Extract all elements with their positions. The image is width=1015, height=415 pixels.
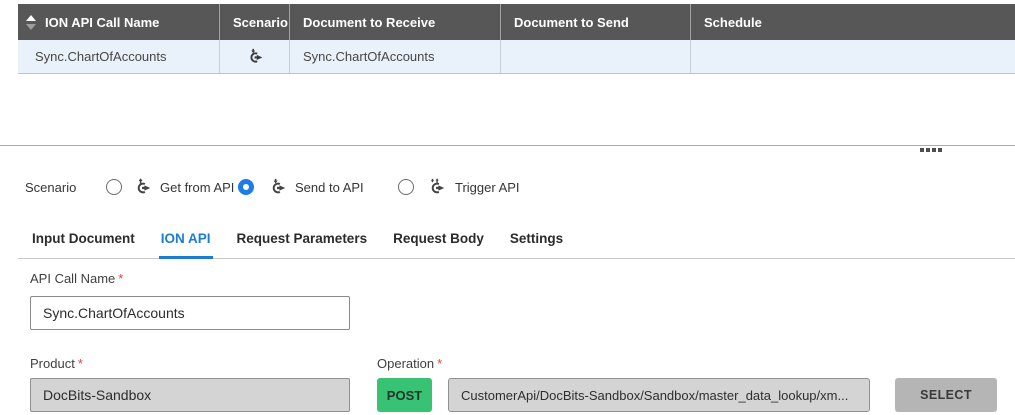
operation-label: Operation* xyxy=(377,356,442,371)
tab-settings[interactable]: Settings xyxy=(508,227,565,259)
section-divider xyxy=(0,145,1015,146)
tab-ion-api[interactable]: ION API xyxy=(159,227,213,259)
send-to-api-icon xyxy=(268,178,287,197)
detail-tabs: Input Document ION API Request Parameter… xyxy=(18,227,1015,259)
ion-api-mapping-panel: ION API Call Name Scenario Document to R… xyxy=(0,0,1015,415)
product-label: Product* xyxy=(30,356,83,371)
column-header-schedule[interactable]: Schedule xyxy=(690,4,1015,40)
radio-send-to-api[interactable] xyxy=(238,179,254,195)
field-label-text: API Call Name xyxy=(30,271,115,286)
cell-document-to-receive: Sync.ChartOfAccounts xyxy=(289,40,500,73)
radio-label-send-to-api[interactable]: Send to API xyxy=(295,180,364,195)
radio-label-get-from-api[interactable]: Get from API xyxy=(160,180,234,195)
tab-input-document[interactable]: Input Document xyxy=(30,227,137,259)
get-from-api-icon xyxy=(133,178,152,197)
radio-get-from-api[interactable] xyxy=(106,179,122,195)
select-operation-button[interactable]: SELECT xyxy=(895,378,997,412)
cell-scenario xyxy=(219,40,289,73)
column-header-document-to-receive[interactable]: Document to Receive xyxy=(289,4,500,40)
scenario-radio-group: Scenario Get from API Send to API Trigge… xyxy=(0,176,1015,200)
drag-handle[interactable] xyxy=(920,148,942,152)
send-to-api-icon xyxy=(246,48,264,66)
cell-schedule xyxy=(690,40,1015,73)
table-row[interactable]: Sync.ChartOfAccounts Sync.ChartOfAccount… xyxy=(18,40,1015,74)
column-header-ion-api-call-name[interactable]: ION API Call Name xyxy=(18,4,219,40)
column-label: Document to Receive xyxy=(303,15,435,30)
column-header-document-to-send[interactable]: Document to Send xyxy=(500,4,690,40)
operation-path-field: CustomerApi/DocBits-Sandbox/Sandbox/mast… xyxy=(448,378,870,412)
required-asterisk: * xyxy=(437,356,442,371)
cell-text: Sync.ChartOfAccounts xyxy=(35,49,167,64)
scenario-group-label: Scenario xyxy=(25,180,76,195)
radio-trigger-api[interactable] xyxy=(398,179,414,195)
field-label-text: Operation xyxy=(377,356,434,371)
table-header-row: ION API Call Name Scenario Document to R… xyxy=(18,4,1015,40)
api-call-name-input[interactable] xyxy=(30,296,350,330)
tab-request-body[interactable]: Request Body xyxy=(391,227,486,259)
column-label: Scenario xyxy=(233,15,288,30)
product-input xyxy=(30,378,350,412)
tab-request-parameters[interactable]: Request Parameters xyxy=(235,227,370,259)
required-asterisk: * xyxy=(78,356,83,371)
sort-arrows-icon xyxy=(26,15,36,30)
column-header-scenario[interactable]: Scenario xyxy=(219,4,289,40)
cell-text: Sync.ChartOfAccounts xyxy=(303,49,435,64)
column-label: Document to Send xyxy=(514,15,629,30)
api-call-name-label: API Call Name* xyxy=(30,271,123,286)
radio-label-trigger-api[interactable]: Trigger API xyxy=(455,180,520,195)
column-label: Schedule xyxy=(704,15,762,30)
field-label-text: Product xyxy=(30,356,75,371)
required-asterisk: * xyxy=(118,271,123,286)
column-label: ION API Call Name xyxy=(45,15,159,30)
trigger-api-icon xyxy=(427,178,446,197)
cell-api-call-name: Sync.ChartOfAccounts xyxy=(18,40,219,73)
http-method-badge: POST xyxy=(377,378,432,412)
api-calls-table: ION API Call Name Scenario Document to R… xyxy=(18,4,1015,74)
cell-document-to-send xyxy=(500,40,690,73)
